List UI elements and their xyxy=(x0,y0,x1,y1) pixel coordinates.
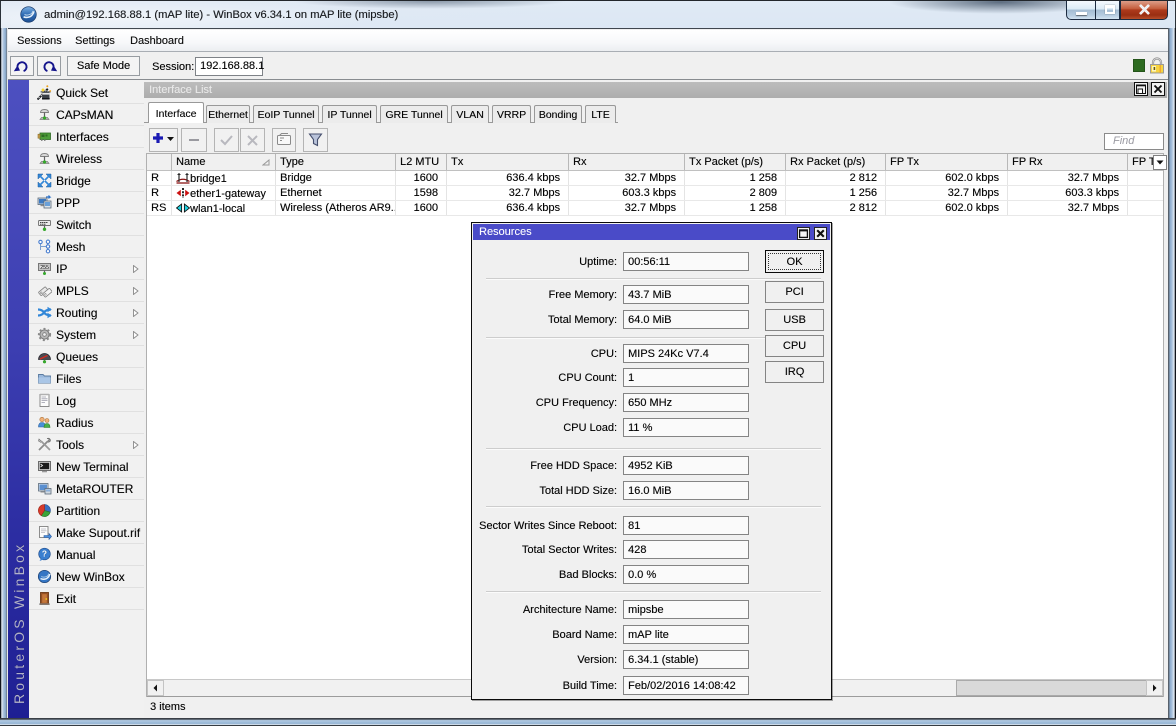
svg-text:?: ? xyxy=(42,549,47,559)
svg-text:255: 255 xyxy=(40,265,49,271)
